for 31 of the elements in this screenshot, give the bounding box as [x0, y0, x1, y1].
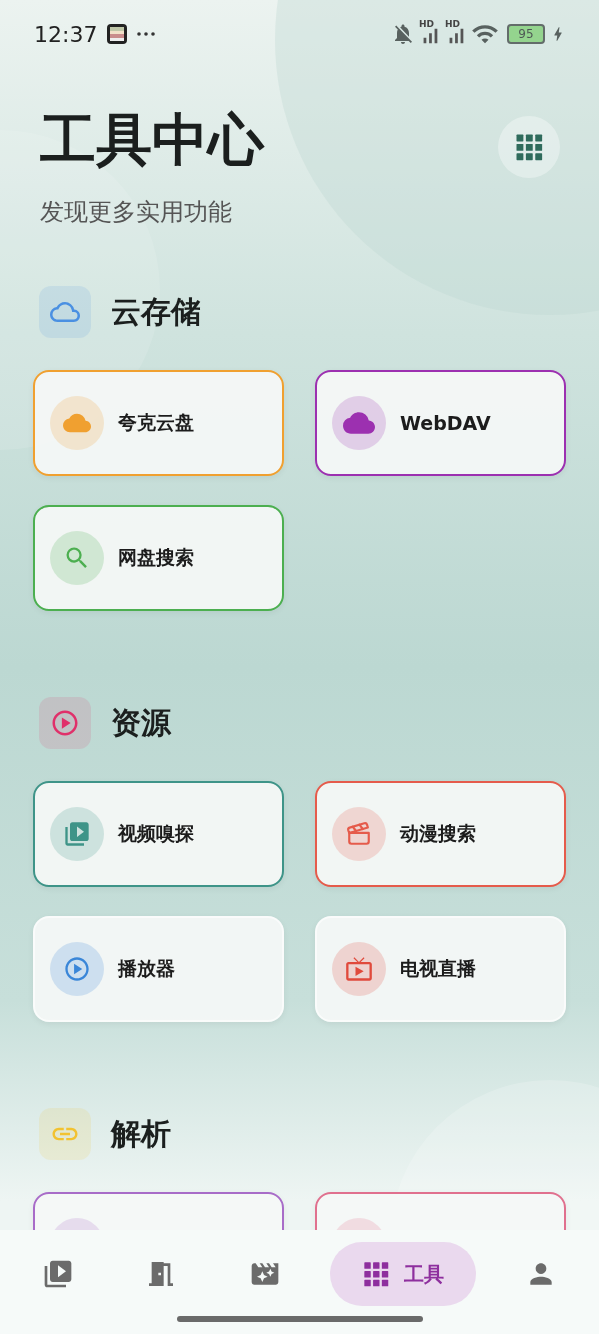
- network-type-label: HD: [419, 19, 434, 29]
- tool-label: 视频嗅探: [118, 821, 194, 846]
- tool-label: 播放器: [118, 956, 175, 981]
- tool-card[interactable]: 电视直播: [315, 916, 566, 1022]
- more-icon: [137, 32, 156, 36]
- section-title: 资源: [111, 703, 171, 742]
- video-library-icon: [63, 820, 91, 848]
- clock-time: 12:37: [34, 21, 98, 47]
- page-subtitle: 发现更多实用功能: [40, 197, 233, 228]
- section-title: 解析: [111, 1114, 171, 1153]
- tool-label: 动漫搜索: [400, 821, 476, 846]
- grid-icon: [361, 1260, 390, 1288]
- tool-card[interactable]: 视频嗅探: [33, 781, 284, 887]
- tool-label: 网盘搜索: [118, 545, 194, 570]
- tool-label: WebDAV: [400, 412, 491, 434]
- video-library-icon: [42, 1258, 74, 1290]
- tool-card[interactable]: 动漫搜索: [315, 781, 566, 887]
- battery-level: 95: [507, 24, 545, 44]
- tool-card[interactable]: WebDAV: [315, 370, 566, 476]
- nav-tab[interactable]: 工具: [329, 1242, 476, 1306]
- clapperboard-icon: [346, 821, 372, 847]
- grid-icon: [514, 132, 544, 162]
- page-title: 工具中心: [40, 106, 264, 174]
- network-type-label: HD: [445, 19, 460, 29]
- tool-card[interactable]: 网盘搜索: [33, 505, 284, 611]
- notification-app-icon: [107, 24, 128, 44]
- tool-card[interactable]: 夸克云盘: [33, 370, 284, 476]
- tool-card[interactable]: 播放器: [33, 916, 284, 1022]
- tool-label: 夸克云盘: [118, 410, 194, 435]
- section-title: 云存储: [111, 292, 201, 331]
- tool-label: 电视直播: [400, 956, 476, 981]
